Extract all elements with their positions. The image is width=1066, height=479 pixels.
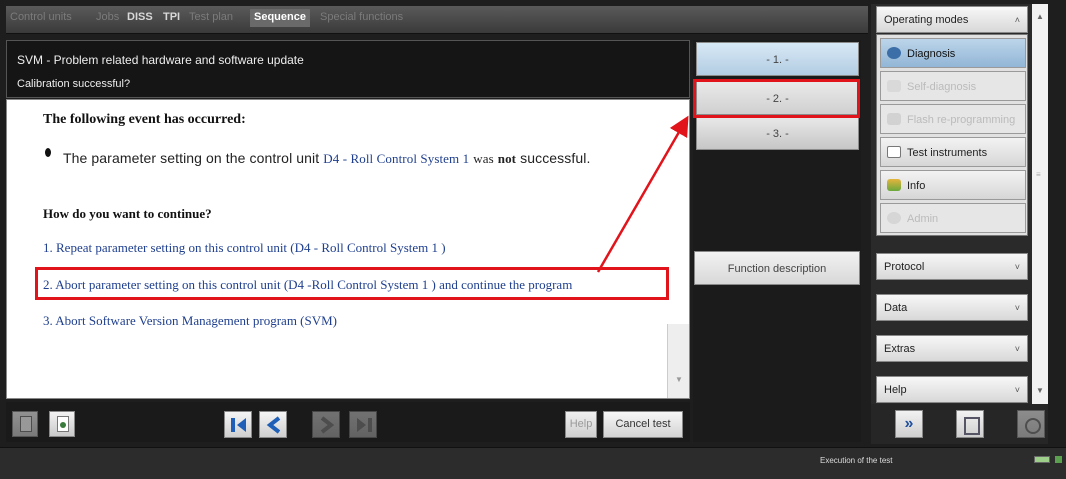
event-text-part-3: successful. — [520, 150, 591, 166]
event-text-part-1: The parameter setting on the control uni… — [63, 150, 320, 166]
last-step-button[interactable] — [349, 411, 377, 438]
message-panel: The following event has occurred: The pa… — [6, 99, 690, 399]
chevron-up-icon: ˄ — [1014, 15, 1020, 25]
self-diagnosis-icon — [887, 80, 901, 92]
tab-control-units[interactable]: Control units — [10, 11, 72, 29]
mode-test-instruments-label: Test instruments — [907, 147, 988, 159]
first-step-button[interactable] — [224, 411, 252, 438]
event-text-not: not — [497, 151, 517, 166]
flash-icon — [887, 113, 901, 125]
help-button[interactable]: Help — [565, 411, 597, 438]
function-description-button[interactable]: Function description — [694, 251, 860, 285]
sequence-subtitle: Calibration successful? — [17, 78, 131, 90]
chevron-down-icon: ˅ — [1014, 303, 1020, 313]
extras-header[interactable]: Extras ˅ — [876, 335, 1028, 362]
stop-button[interactable] — [1017, 410, 1045, 438]
next-icon — [320, 416, 335, 434]
status-indicator-icon — [1034, 456, 1050, 463]
chevron-down-icon: ˅ — [1014, 385, 1020, 395]
tab-bar: Control units Jobs DISS TPI Test plan Se… — [6, 6, 868, 34]
mode-diagnosis-label: Diagnosis — [907, 48, 956, 60]
step-column: - 1. - - 2. - - 3. - Function descriptio… — [693, 40, 861, 442]
data-label: Data — [884, 302, 908, 314]
right-toolbar: » — [871, 404, 1048, 444]
mode-test-instruments[interactable]: Test instruments — [880, 137, 1026, 167]
frame-button[interactable] — [956, 410, 984, 438]
test-instruments-icon — [887, 146, 901, 158]
cancel-test-button[interactable]: Cancel test — [603, 411, 683, 438]
tab-special-functions[interactable]: Special functions — [320, 11, 403, 29]
mode-info[interactable]: Info — [880, 170, 1026, 200]
scroll-grip-icon: ≡ — [1036, 170, 1041, 179]
help-header[interactable]: Help ˅ — [876, 376, 1028, 403]
operating-modes-label: Operating modes — [884, 14, 969, 26]
step-1-button[interactable]: - 1. - — [696, 42, 859, 76]
last-icon — [357, 418, 372, 432]
mode-info-label: Info — [907, 180, 926, 192]
previous-icon — [266, 416, 281, 434]
admin-icon — [887, 212, 901, 224]
bottom-toolbar: Help Cancel test — [6, 402, 690, 442]
annotation-highlight-box — [35, 267, 669, 300]
vertical-scrollbar[interactable]: ▼ — [667, 324, 689, 398]
control-unit-name: D4 - Roll Control System 1 — [323, 151, 470, 166]
right-scrollbar[interactable]: ▲ ≡ ▼ — [1032, 4, 1048, 404]
tab-jobs[interactable]: Jobs — [96, 11, 119, 29]
info-icon — [887, 179, 901, 191]
chevron-down-icon: ˅ — [1014, 344, 1020, 354]
extras-label: Extras — [884, 343, 916, 355]
scroll-down-icon[interactable]: ▼ — [1036, 386, 1044, 395]
mode-self-diagnosis[interactable]: Self-diagnosis — [880, 71, 1026, 101]
tab-test-plan[interactable]: Test plan — [189, 11, 233, 29]
protocol-header[interactable]: Protocol ˅ — [876, 253, 1028, 280]
step-3-button[interactable]: - 3. - — [696, 116, 859, 150]
next-step-button[interactable] — [312, 411, 340, 438]
help-label: Help — [884, 384, 907, 396]
mode-diagnosis[interactable]: Diagnosis — [880, 38, 1026, 68]
mode-self-diagnosis-label: Self-diagnosis — [907, 81, 977, 93]
tab-diss[interactable]: DISS — [127, 11, 153, 29]
connection-icon — [1055, 456, 1062, 463]
document-icon — [20, 416, 32, 432]
data-header[interactable]: Data ˅ — [876, 294, 1028, 321]
tab-tpi[interactable]: TPI — [163, 11, 180, 29]
scroll-down-icon[interactable]: ▼ — [675, 375, 683, 384]
first-icon — [231, 418, 246, 432]
protocol-label: Protocol — [884, 261, 925, 273]
mode-admin-label: Admin — [907, 213, 939, 225]
mode-flash-reprogramming[interactable]: Flash re-programming — [880, 104, 1026, 134]
scroll-up-icon[interactable]: ▲ — [1036, 12, 1044, 21]
document-button[interactable] — [12, 411, 38, 437]
operating-modes-list: Diagnosis Self-diagnosis Flash re-progra… — [876, 34, 1028, 236]
chevron-down-icon: ˅ — [1014, 262, 1020, 272]
status-text: Execution of the test — [820, 456, 893, 465]
operating-modes-header[interactable]: Operating modes ˄ — [876, 6, 1028, 33]
diagnosis-icon — [887, 47, 901, 59]
annotation-step-highlight — [693, 79, 860, 118]
event-heading: The following event has occurred: — [43, 112, 246, 127]
document-magnify-icon — [57, 416, 69, 432]
fast-forward-button[interactable]: » — [895, 410, 923, 438]
event-text: The parameter setting on the control uni… — [63, 150, 590, 167]
question-heading: How do you want to continue? — [43, 206, 212, 221]
previous-step-button[interactable] — [259, 411, 287, 438]
app-window: Control units Jobs DISS TPI Test plan Se… — [0, 0, 1066, 479]
sequence-header: SVM - Problem related hardware and softw… — [6, 40, 690, 98]
option-abort-svm[interactable]: 3. Abort Software Version Management pro… — [43, 313, 337, 329]
status-bar: Execution of the test — [0, 447, 1066, 479]
right-panel: Operating modes ˄ Diagnosis Self-diagnos… — [871, 4, 1048, 444]
document-view-button[interactable] — [49, 411, 75, 437]
event-text-part-2: was — [473, 151, 494, 166]
mode-flash-label: Flash re-programming — [907, 114, 1016, 126]
tab-sequence[interactable]: Sequence — [250, 9, 310, 27]
bullet-icon — [45, 148, 51, 157]
option-repeat[interactable]: 1. Repeat parameter setting on this cont… — [43, 240, 446, 256]
sequence-title: SVM - Problem related hardware and softw… — [17, 53, 304, 67]
mode-admin[interactable]: Admin — [880, 203, 1026, 233]
